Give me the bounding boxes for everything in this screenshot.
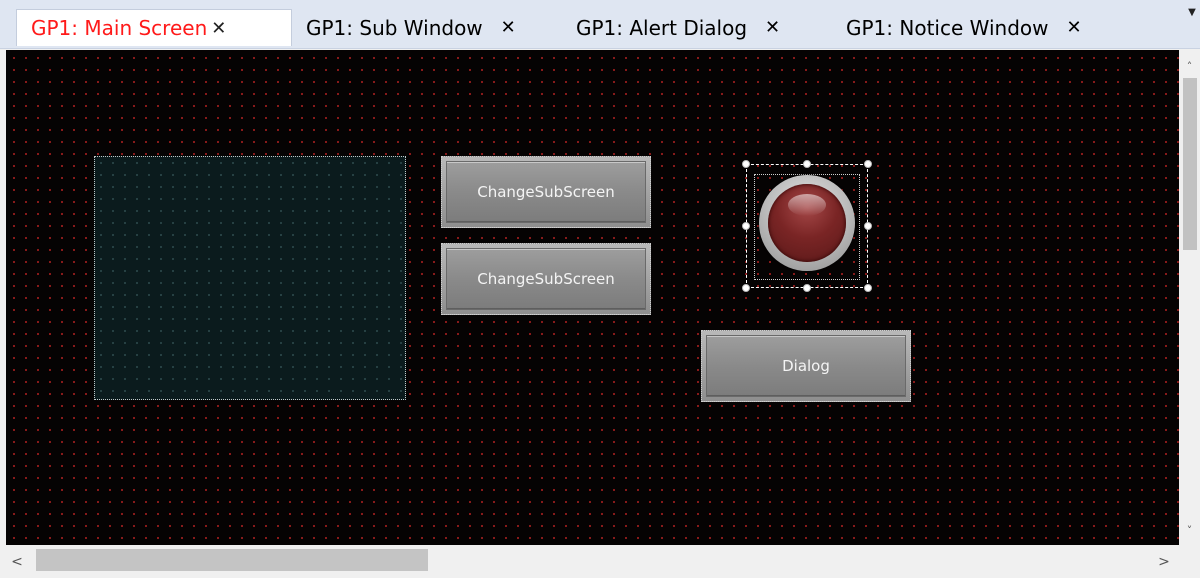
tab-alert-dialog[interactable]: GP1: Alert Dialog ✕ <box>576 9 826 46</box>
scroll-up-icon[interactable]: ˄ <box>1179 58 1200 74</box>
vertical-scroll-thumb[interactable] <box>1183 78 1197 250</box>
close-icon[interactable]: ✕ <box>1067 17 1082 38</box>
horizontal-scroll-thumb[interactable] <box>36 549 428 571</box>
lamp-gloss <box>788 194 826 216</box>
resize-handle-top[interactable] <box>803 160 811 168</box>
lamp-core <box>768 184 846 262</box>
resize-handle-right[interactable] <box>864 222 872 230</box>
horizontal-scrollbar[interactable]: < > <box>0 545 1200 578</box>
scroll-down-icon[interactable]: ˅ <box>1179 522 1200 538</box>
tab-notice-window-label: GP1: Notice Window <box>846 15 1049 40</box>
dialog-button[interactable]: Dialog <box>701 330 911 402</box>
tab-sub-window-label: GP1: Sub Window <box>306 15 483 40</box>
change-sub-screen-button-1[interactable]: ChangeSubScreen <box>441 156 651 228</box>
tab-main-screen-label: GP1: Main Screen <box>31 16 208 40</box>
vertical-scrollbar[interactable]: ˄ ˅ <box>1179 50 1200 545</box>
scroll-right-icon[interactable]: > <box>1155 553 1173 571</box>
change-sub-screen-label-2: ChangeSubScreen <box>446 248 646 310</box>
tab-main-screen[interactable]: GP1: Main Screen ✕ <box>16 9 292 46</box>
resize-handle-top-right[interactable] <box>864 160 872 168</box>
dialog-button-label: Dialog <box>706 335 906 397</box>
tab-strip: GP1: Main Screen ✕ GP1: Sub Window ✕ GP1… <box>0 0 1200 49</box>
lamp-indicator[interactable] <box>759 175 855 271</box>
resize-handle-bottom-right[interactable] <box>864 284 872 292</box>
tab-alert-dialog-label: GP1: Alert Dialog <box>576 15 748 40</box>
scroll-left-icon[interactable]: < <box>8 553 26 571</box>
change-sub-screen-label-1: ChangeSubScreen <box>446 161 646 223</box>
close-icon[interactable]: ✕ <box>211 18 226 39</box>
resize-handle-top-left[interactable] <box>742 160 750 168</box>
resize-handle-left[interactable] <box>742 222 750 230</box>
scrollbar-corner <box>1179 545 1200 578</box>
close-icon[interactable]: ✕ <box>501 17 516 38</box>
tab-overflow-icon[interactable]: ▼ <box>1186 6 1198 18</box>
resize-handle-bottom-left[interactable] <box>742 284 750 292</box>
screen-canvas[interactable]: ChangeSubScreen ChangeSubScreen Dialog <box>6 50 1179 545</box>
tab-sub-window[interactable]: GP1: Sub Window ✕ <box>306 9 556 46</box>
tab-notice-window[interactable]: GP1: Notice Window ✕ <box>846 9 1126 46</box>
close-icon[interactable]: ✕ <box>765 17 780 38</box>
change-sub-screen-button-2[interactable]: ChangeSubScreen <box>441 243 651 315</box>
window-display-frame[interactable] <box>94 156 406 400</box>
resize-handle-bottom[interactable] <box>803 284 811 292</box>
